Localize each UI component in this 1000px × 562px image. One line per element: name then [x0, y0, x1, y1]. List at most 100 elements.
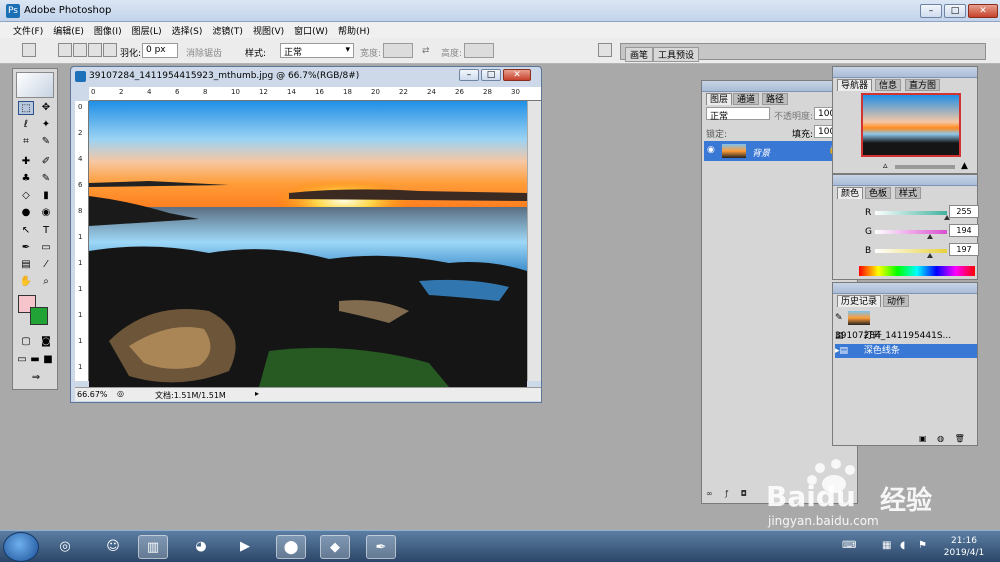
slice-tool-icon[interactable]: ✎	[38, 135, 54, 149]
eyedropper-tool-icon[interactable]: ⁄	[38, 258, 54, 272]
hand-tool-icon[interactable]: ✋	[18, 275, 34, 289]
eraser-tool-icon[interactable]: ◇	[18, 189, 34, 203]
channel-g-value[interactable]: 194	[949, 224, 979, 237]
feather-logo-icon[interactable]	[16, 72, 54, 98]
subtract-selection-icon[interactable]	[88, 43, 102, 57]
channel-r-slider[interactable]	[875, 211, 950, 220]
background-color-swatch[interactable]	[30, 307, 48, 325]
zoom-tool-icon[interactable]: ⌕	[38, 275, 54, 289]
screen-mode-full-icon[interactable]: ■	[42, 353, 54, 367]
color-ramp[interactable]	[859, 266, 975, 276]
navigator-zoom-slider[interactable]	[895, 165, 955, 169]
menu-image[interactable]: 图像(I)	[89, 22, 127, 38]
eye-icon[interactable]: ◉	[707, 145, 715, 155]
jump-to-imageready-icon[interactable]: ⇒	[25, 371, 47, 385]
magic-wand-tool-icon[interactable]: ✦	[38, 118, 54, 132]
tab-histogram[interactable]: 直方图	[905, 79, 941, 91]
volume-icon[interactable]: ◖	[900, 540, 905, 551]
notification-icon[interactable]: ⚑	[918, 540, 927, 551]
tab-styles[interactable]: 样式	[895, 187, 922, 199]
healing-brush-icon[interactable]: ✚	[18, 155, 34, 169]
restore-button[interactable]: □	[944, 4, 966, 18]
menu-window[interactable]: 窗口(W)	[289, 22, 333, 38]
zoom-level[interactable]: 66.67%	[77, 390, 108, 399]
pen-tool-icon[interactable]: ✒	[18, 241, 34, 255]
history-snapshot[interactable]: ✎ 39107284_141195441S...	[835, 309, 977, 341]
link-layers-icon[interactable]: ∞	[706, 489, 713, 498]
folder-icon[interactable]: ▥	[138, 535, 168, 559]
menu-file[interactable]: 文件(F)	[8, 22, 48, 38]
file-browser-icon[interactable]	[598, 43, 612, 57]
layer-style-icon[interactable]: ƒ	[725, 489, 728, 498]
new-snapshot-icon[interactable]: ◍	[937, 434, 944, 443]
layer-mask-icon[interactable]: ◘	[741, 489, 747, 498]
brush-tool-icon[interactable]: ✐	[38, 155, 54, 169]
tab-actions[interactable]: 动作	[883, 295, 910, 307]
shape-tool-icon[interactable]: ▭	[38, 241, 54, 255]
photoshop-icon[interactable]: ✒	[366, 535, 396, 559]
menu-select[interactable]: 选择(S)	[167, 22, 208, 38]
channel-b-slider[interactable]	[875, 249, 947, 258]
qq-icon[interactable]: ☺	[98, 535, 128, 559]
menu-view[interactable]: 视图(V)	[248, 22, 289, 38]
close-button[interactable]: ✕	[968, 4, 998, 18]
tab-channels[interactable]: 通道	[733, 93, 760, 105]
tab-info[interactable]: 信息	[875, 79, 902, 91]
360-icon[interactable]: ◎	[50, 535, 80, 559]
intersect-selection-icon[interactable]	[103, 43, 117, 57]
move-tool-icon[interactable]: ✥	[38, 101, 54, 115]
clone-stamp-icon[interactable]: ♣	[18, 172, 34, 186]
menu-filter[interactable]: 滤镜(T)	[207, 22, 248, 38]
zoom-out-small-icon[interactable]: ▵	[883, 161, 888, 171]
doc-close-button[interactable]: ✕	[503, 69, 531, 81]
height-input[interactable]	[464, 43, 494, 58]
swap-icon[interactable]: ⇄	[422, 46, 430, 56]
path-select-icon[interactable]: ↖	[18, 224, 34, 238]
antialias-checkbox[interactable]: 消除锯齿	[186, 46, 222, 59]
marquee-preset-icon[interactable]	[22, 43, 36, 57]
status-menu-arrow-icon[interactable]: ▸	[255, 389, 259, 398]
tab-brushes[interactable]: 画笔	[625, 47, 654, 62]
width-input[interactable]	[383, 43, 413, 58]
channel-b-value[interactable]: 197	[949, 243, 979, 256]
image-canvas[interactable]	[89, 101, 527, 387]
minimize-button[interactable]: –	[920, 4, 942, 18]
menu-help[interactable]: 帮助(H)	[333, 22, 375, 38]
crop-tool-icon[interactable]: ⌗	[18, 135, 34, 149]
network-icon[interactable]: ▦	[882, 540, 891, 551]
tab-navigator[interactable]: 导航器	[837, 79, 873, 91]
vertical-scrollbar[interactable]	[527, 101, 541, 381]
tab-color[interactable]: 颜色	[837, 187, 864, 199]
menu-edit[interactable]: 编辑(E)	[48, 22, 89, 38]
gradient-tool-icon[interactable]: ▮	[38, 189, 54, 203]
history-item[interactable]: ▤ 打开	[835, 329, 977, 343]
add-selection-icon[interactable]	[73, 43, 87, 57]
layer-row-background[interactable]: ◉ 背景 🔒	[704, 141, 844, 161]
tab-layers[interactable]: 图层	[706, 93, 733, 105]
doc-restore-button[interactable]: □	[481, 69, 501, 81]
zoom-in-large-icon[interactable]: ▲	[961, 161, 968, 171]
channel-g-slider[interactable]	[875, 230, 947, 239]
dodge-tool-icon[interactable]: ◉	[38, 206, 54, 220]
type-tool-icon[interactable]: T	[38, 224, 54, 238]
start-button-icon[interactable]	[3, 532, 39, 562]
tab-swatches[interactable]: 色板	[865, 187, 892, 199]
rect-marquee-tool-icon[interactable]: ⬚	[18, 101, 34, 115]
new-document-icon[interactable]: ▣	[919, 434, 927, 443]
doc-minimize-button[interactable]: –	[459, 69, 479, 81]
feather-input[interactable]: 0 px	[142, 43, 178, 58]
slider-thumb[interactable]	[926, 234, 933, 239]
channel-r-value[interactable]: 255	[949, 205, 979, 218]
history-item-selected[interactable]: ▸▤ 深色线条	[835, 344, 977, 358]
notes-icon[interactable]: ◆	[320, 535, 350, 559]
document-info[interactable]: 文档:1.51M/1.51M	[155, 390, 226, 401]
media-icon[interactable]: ▶	[230, 535, 260, 559]
blend-mode-select[interactable]: 正常	[706, 107, 770, 122]
history-brush-icon[interactable]: ✎	[38, 172, 54, 186]
standard-mode-icon[interactable]: ▢	[18, 335, 34, 349]
quick-mask-icon[interactable]: ◙	[38, 335, 54, 349]
screen-mode-full-menu-icon[interactable]: ▬	[29, 353, 41, 367]
firefox-icon[interactable]: ◕	[186, 535, 216, 559]
tab-tool-presets[interactable]: 工具预设	[653, 47, 700, 62]
navigator-thumbnail[interactable]	[861, 93, 961, 157]
